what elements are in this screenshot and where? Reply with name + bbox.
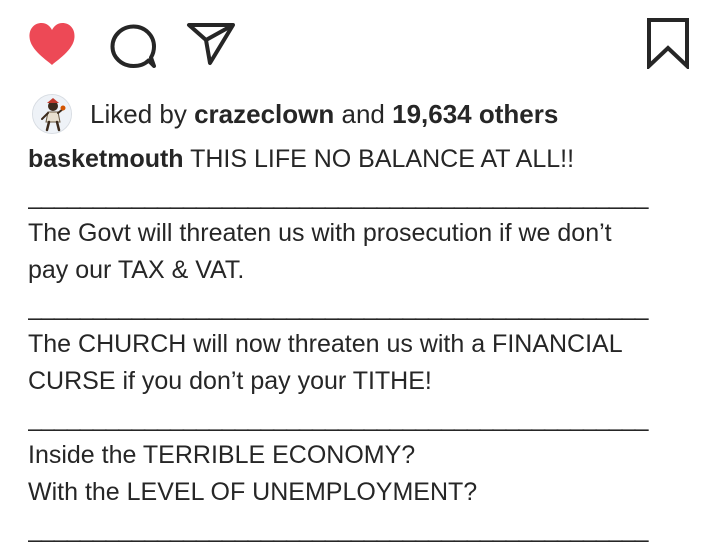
caption-separator: ________________________________________… — [28, 404, 648, 432]
share-icon[interactable] — [186, 22, 236, 66]
comment-icon[interactable] — [108, 22, 158, 70]
caption-line: basketmouth THIS LIFE NO BALANCE AT ALL!… — [28, 141, 698, 178]
caption-text: pay our TAX & VAT. — [28, 256, 245, 284]
caption-username-link[interactable]: basketmouth — [28, 145, 184, 173]
caption-separator: ________________________________________… — [28, 515, 648, 543]
likes-prefix: Liked by — [90, 99, 187, 129]
likes-count-link[interactable]: 19,634 others — [392, 99, 558, 129]
caption-text: Inside the TERRIBLE ECONOMY? — [28, 441, 416, 469]
caption-text: With the LEVEL OF UNEMPLOYMENT? — [28, 478, 478, 506]
likes-text: Liked by crazeclown and 19,634 others — [90, 94, 558, 134]
caption-text: THIS LIFE NO BALANCE AT ALL!! — [190, 145, 575, 173]
post-action-bar — [0, 0, 720, 80]
bookmark-icon[interactable] — [645, 17, 691, 69]
caption-text: The CHURCH will now threaten us with a F… — [28, 330, 623, 358]
likes-conjunction: and — [341, 99, 385, 129]
heart-icon[interactable] — [26, 20, 78, 68]
caption-text: The Govt will threaten us with prosecuti… — [28, 219, 612, 247]
likes-summary: Liked by crazeclown and 19,634 others — [32, 94, 558, 134]
liker-username-link[interactable]: crazeclown — [194, 99, 334, 129]
caption-separator: ________________________________________… — [28, 182, 648, 210]
avatar[interactable] — [32, 94, 72, 134]
post-caption: basketmouth THIS LIFE NO BALANCE AT ALL!… — [28, 141, 698, 548]
caption-separator: ________________________________________… — [28, 293, 648, 321]
caption-text: CURSE if you don’t pay your TITHE! — [28, 367, 432, 395]
